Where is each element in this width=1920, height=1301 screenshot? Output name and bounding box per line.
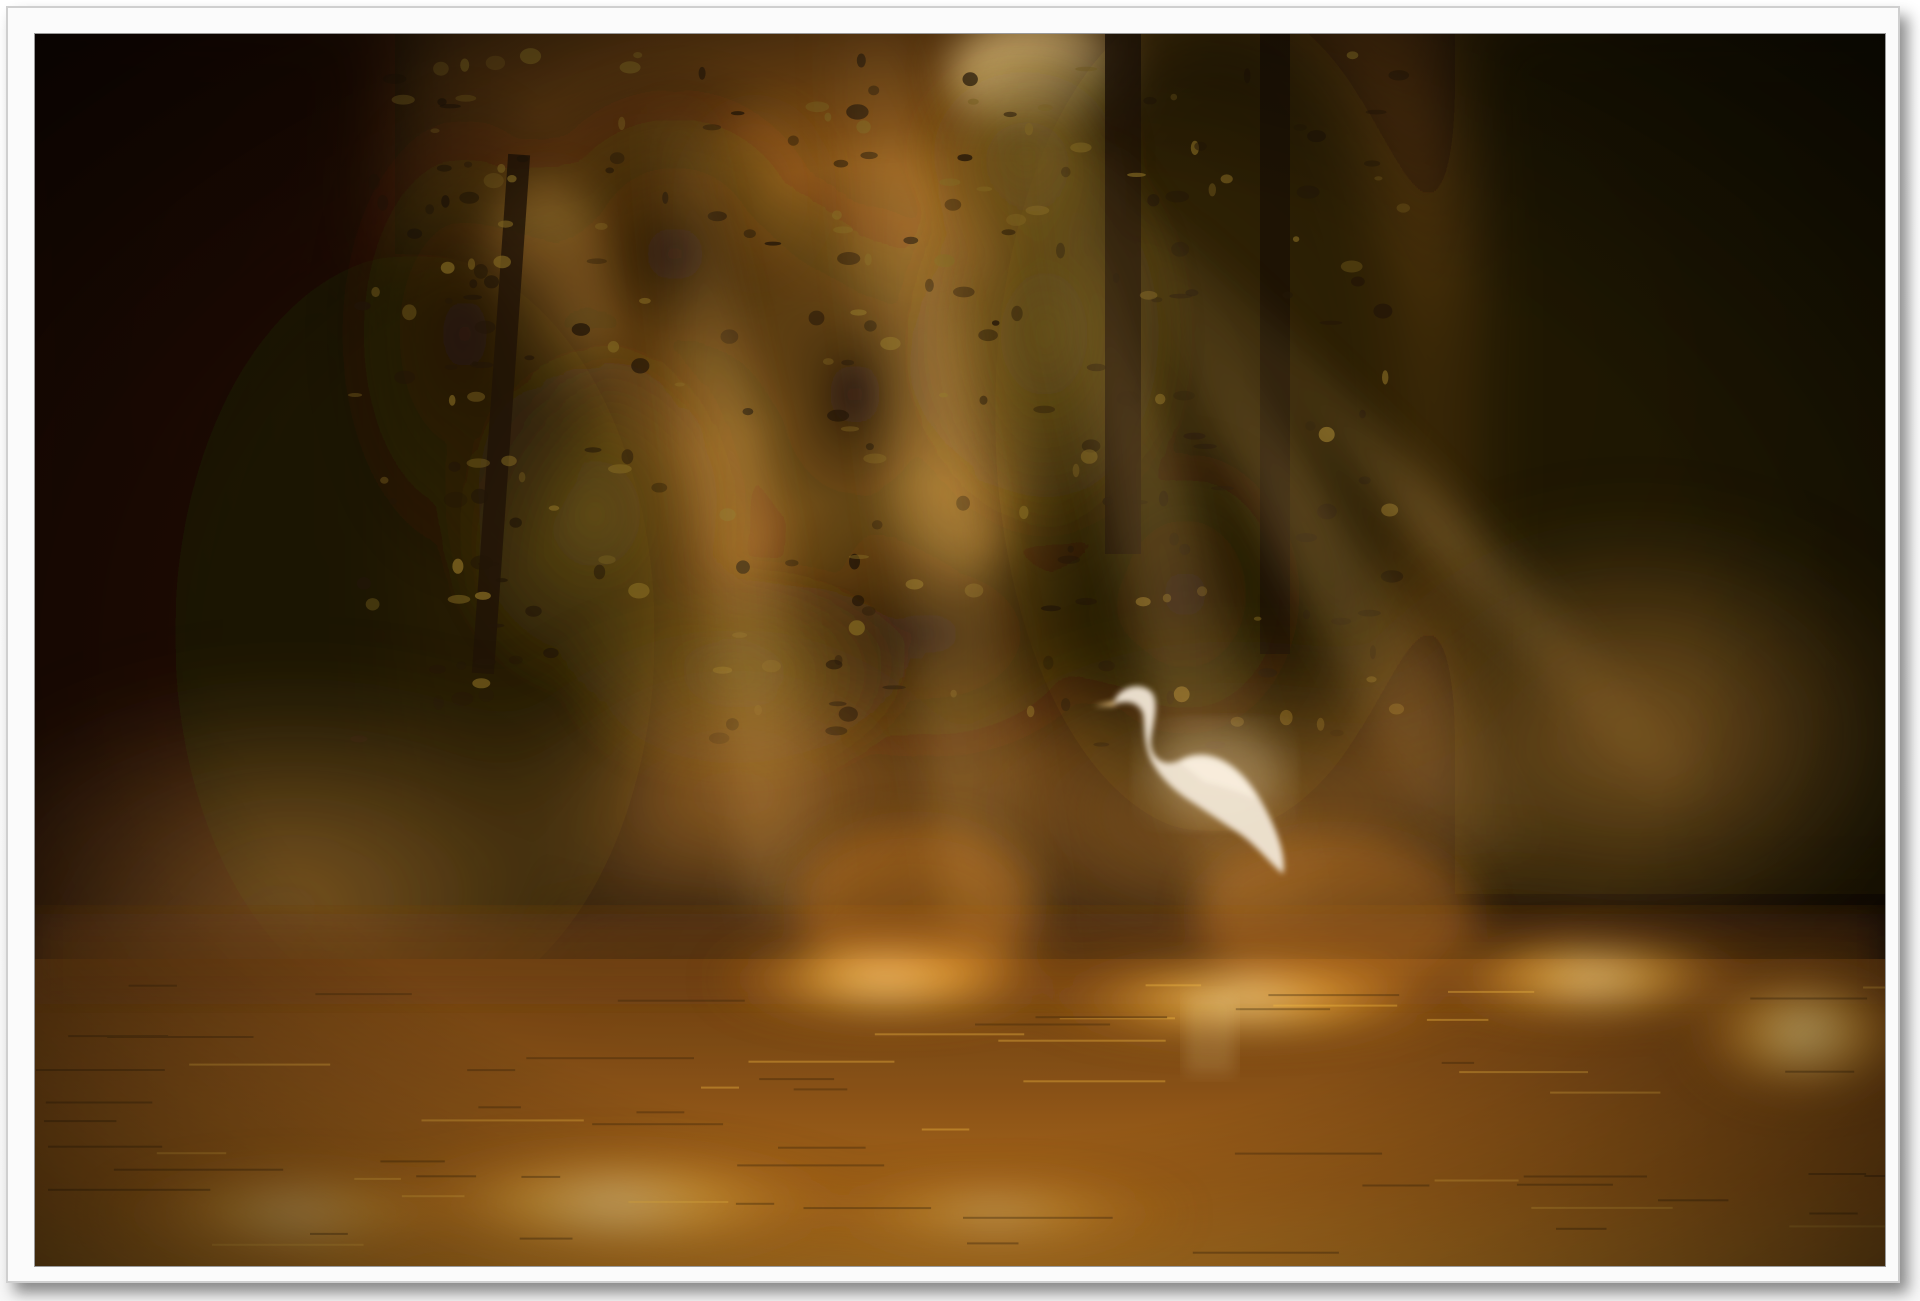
vignette (35, 34, 1885, 1266)
photograph (35, 34, 1885, 1266)
scene-svg (35, 34, 1885, 1266)
